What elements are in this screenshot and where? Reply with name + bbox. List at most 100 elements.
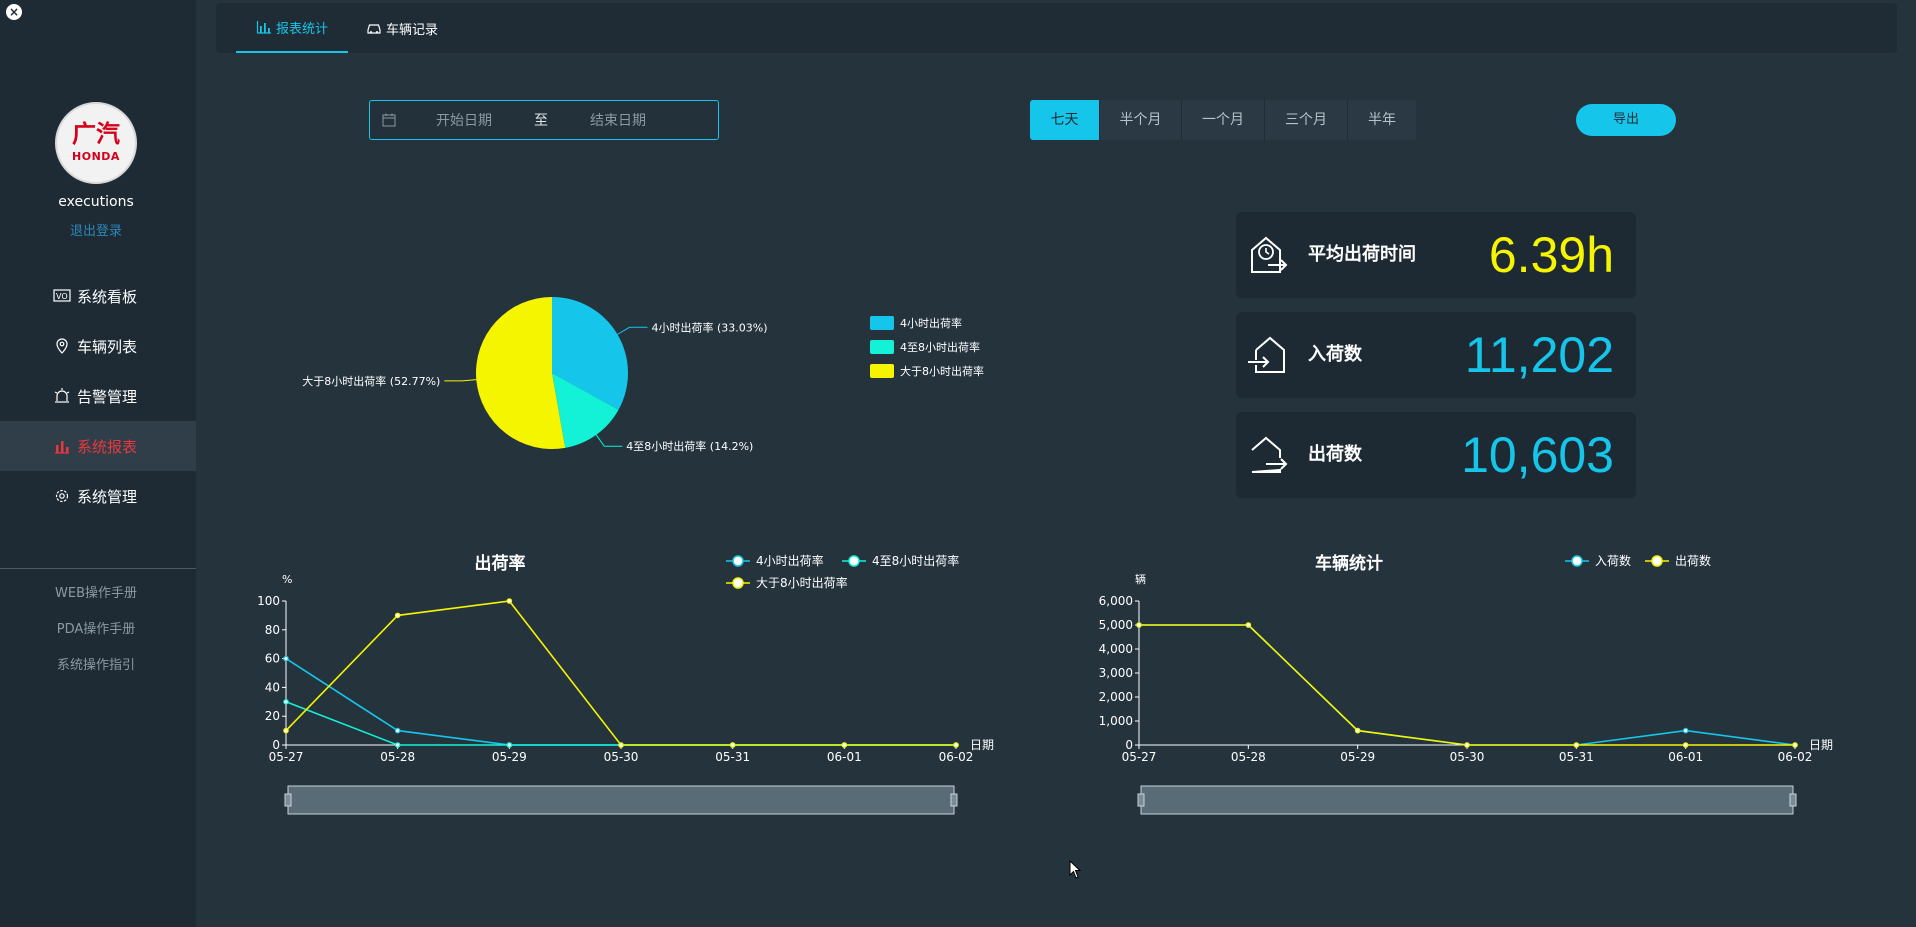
legend-marker bbox=[848, 555, 860, 567]
sidebar-item-label: 告警管理 bbox=[77, 387, 138, 406]
x-axis-name: 日期 bbox=[1809, 738, 1833, 752]
system-guide-link[interactable]: 系统操作指引 bbox=[0, 648, 192, 684]
sidebar-item-label: 车辆列表 bbox=[77, 337, 138, 356]
gear-icon bbox=[55, 489, 69, 503]
vehicle-statistics-chart: 车辆统计辆01,0002,0003,0004,0005,0006,00005-2… bbox=[1099, 553, 1833, 815]
pie-slice[interactable] bbox=[476, 297, 566, 449]
y-tick-label: 20 bbox=[265, 709, 280, 723]
web-manual-link[interactable]: WEB操作手册 bbox=[0, 576, 192, 612]
end-date-input[interactable]: 结束日期 bbox=[590, 110, 646, 130]
outbound-house-icon bbox=[1251, 436, 1288, 473]
tab-label: 车辆记录 bbox=[386, 22, 439, 38]
pie-callout-line bbox=[617, 326, 648, 335]
legend-marker bbox=[1651, 555, 1663, 567]
data-point[interactable] bbox=[1464, 742, 1470, 748]
data-point[interactable] bbox=[841, 742, 848, 748]
zoom-slider-handle[interactable] bbox=[950, 793, 958, 807]
data-point[interactable] bbox=[953, 742, 959, 748]
x-tick-label: 06-02 bbox=[939, 750, 974, 764]
data-point[interactable] bbox=[1245, 622, 1252, 628]
legend-label[interactable]: 4小时出荷率 bbox=[900, 316, 962, 330]
range-1-month-button[interactable]: 一个月 bbox=[1182, 100, 1265, 140]
svg-text:VO: VO bbox=[56, 292, 68, 301]
range-7-days-button[interactable]: 七天 bbox=[1030, 100, 1100, 140]
x-tick-label: 05-30 bbox=[604, 750, 639, 764]
data-point[interactable] bbox=[394, 742, 401, 748]
data-point[interactable] bbox=[1792, 742, 1798, 748]
sidebar-item-alarms[interactable]: 告警管理 bbox=[0, 371, 196, 421]
brand-logo-subtext: HONDA bbox=[72, 150, 120, 163]
y-tick-label: 3,000 bbox=[1099, 666, 1133, 680]
stat-value: 10,603 bbox=[1461, 427, 1614, 483]
report-icon bbox=[55, 441, 69, 454]
sidebar-item-vehicles[interactable]: 车辆列表 bbox=[0, 321, 196, 371]
data-point[interactable] bbox=[283, 727, 289, 734]
pda-manual-link[interactable]: PDA操作手册 bbox=[0, 612, 192, 648]
x-tick-label: 06-01 bbox=[1668, 750, 1703, 764]
pie-slice-label: 4小时出荷率 (33.03%) bbox=[652, 320, 768, 334]
x-tick-label: 05-31 bbox=[715, 750, 750, 764]
legend-label[interactable]: 入荷数 bbox=[1595, 553, 1631, 568]
legend-marker bbox=[732, 555, 744, 567]
zoom-slider-handle[interactable] bbox=[284, 793, 292, 807]
sidebar-divider bbox=[0, 568, 196, 569]
sidebar-item-dashboard[interactable]: VO 系统看板 bbox=[0, 271, 196, 321]
legend-label[interactable]: 大于8小时出荷率 bbox=[756, 575, 848, 590]
data-point[interactable] bbox=[283, 699, 289, 705]
legend-marker bbox=[1571, 555, 1583, 567]
range-half-year-button[interactable]: 半年 bbox=[1348, 100, 1416, 140]
tab-bar: 报表统计 车辆记录 bbox=[216, 3, 1897, 53]
export-button[interactable]: 导出 bbox=[1576, 104, 1676, 136]
data-point[interactable] bbox=[394, 727, 401, 734]
sidebar-item-settings[interactable]: 系统管理 bbox=[0, 471, 196, 521]
x-tick-label: 05-27 bbox=[1122, 750, 1157, 764]
series-line bbox=[1139, 624, 1795, 746]
tab-report-statistics[interactable]: 报表统计 bbox=[236, 3, 349, 53]
legend-marker bbox=[732, 577, 744, 589]
range-3-months-button[interactable]: 三个月 bbox=[1265, 100, 1348, 140]
username: executions bbox=[58, 194, 134, 210]
data-point[interactable] bbox=[506, 742, 513, 748]
data-point[interactable] bbox=[506, 598, 513, 604]
legend-swatch bbox=[870, 340, 894, 354]
legend-label[interactable]: 4至8小时出荷率 bbox=[900, 340, 980, 354]
x-tick-label: 05-29 bbox=[492, 750, 527, 764]
stat-card-outbound-count: 出荷数 10,603 bbox=[1236, 412, 1636, 498]
legend-label[interactable]: 出荷数 bbox=[1675, 553, 1711, 568]
legend-label[interactable]: 4小时出荷率 bbox=[756, 553, 824, 568]
data-point[interactable] bbox=[1573, 742, 1580, 748]
data-point[interactable] bbox=[394, 612, 401, 619]
alarm-icon bbox=[54, 388, 70, 403]
data-point[interactable] bbox=[618, 742, 624, 748]
zoom-slider-track[interactable] bbox=[287, 785, 955, 815]
tab-vehicle-records[interactable]: 车辆记录 bbox=[346, 3, 458, 53]
help-links: WEB操作手册 PDA操作手册 系统操作指引 bbox=[0, 576, 192, 684]
logout-link[interactable]: 退出登录 bbox=[0, 220, 192, 239]
sidebar-item-reports[interactable]: 系统报表 bbox=[0, 421, 196, 471]
sidebar-item-label: 系统管理 bbox=[77, 487, 138, 506]
legend-label[interactable]: 4至8小时出荷率 bbox=[872, 553, 959, 568]
data-point[interactable] bbox=[1354, 727, 1361, 734]
y-tick-label: 100 bbox=[257, 594, 280, 608]
x-tick-label: 06-02 bbox=[1778, 750, 1813, 764]
data-point[interactable] bbox=[729, 742, 736, 748]
zoom-slider-handle[interactable] bbox=[1789, 793, 1797, 807]
range-half-month-button[interactable]: 半个月 bbox=[1100, 100, 1182, 140]
legend-label[interactable]: 大于8小时出荷率 bbox=[900, 364, 984, 378]
x-tick-label: 05-31 bbox=[1559, 750, 1594, 764]
inbound-house-icon bbox=[1248, 336, 1285, 373]
y-tick-label: 5,000 bbox=[1099, 618, 1133, 632]
close-icon[interactable]: × bbox=[6, 4, 22, 20]
zoom-slider-handle[interactable] bbox=[1137, 793, 1145, 807]
data-point[interactable] bbox=[1682, 727, 1689, 734]
stat-label: 平均出荷时间 bbox=[1308, 244, 1416, 265]
start-date-input[interactable]: 开始日期 bbox=[436, 110, 492, 130]
data-point[interactable] bbox=[1136, 622, 1142, 628]
data-point[interactable] bbox=[1682, 742, 1689, 748]
x-tick-label: 05-27 bbox=[269, 750, 304, 764]
zoom-slider-track[interactable] bbox=[1140, 785, 1794, 815]
shipping-rate-chart: 出荷率%02040608010005-27 05-28 05-29 05-30 05-3… bbox=[257, 553, 994, 815]
data-point[interactable] bbox=[283, 655, 289, 662]
x-tick-label: 05-28 bbox=[380, 750, 415, 764]
date-range-picker[interactable]: 开始日期 至 结束日期 bbox=[369, 100, 719, 140]
